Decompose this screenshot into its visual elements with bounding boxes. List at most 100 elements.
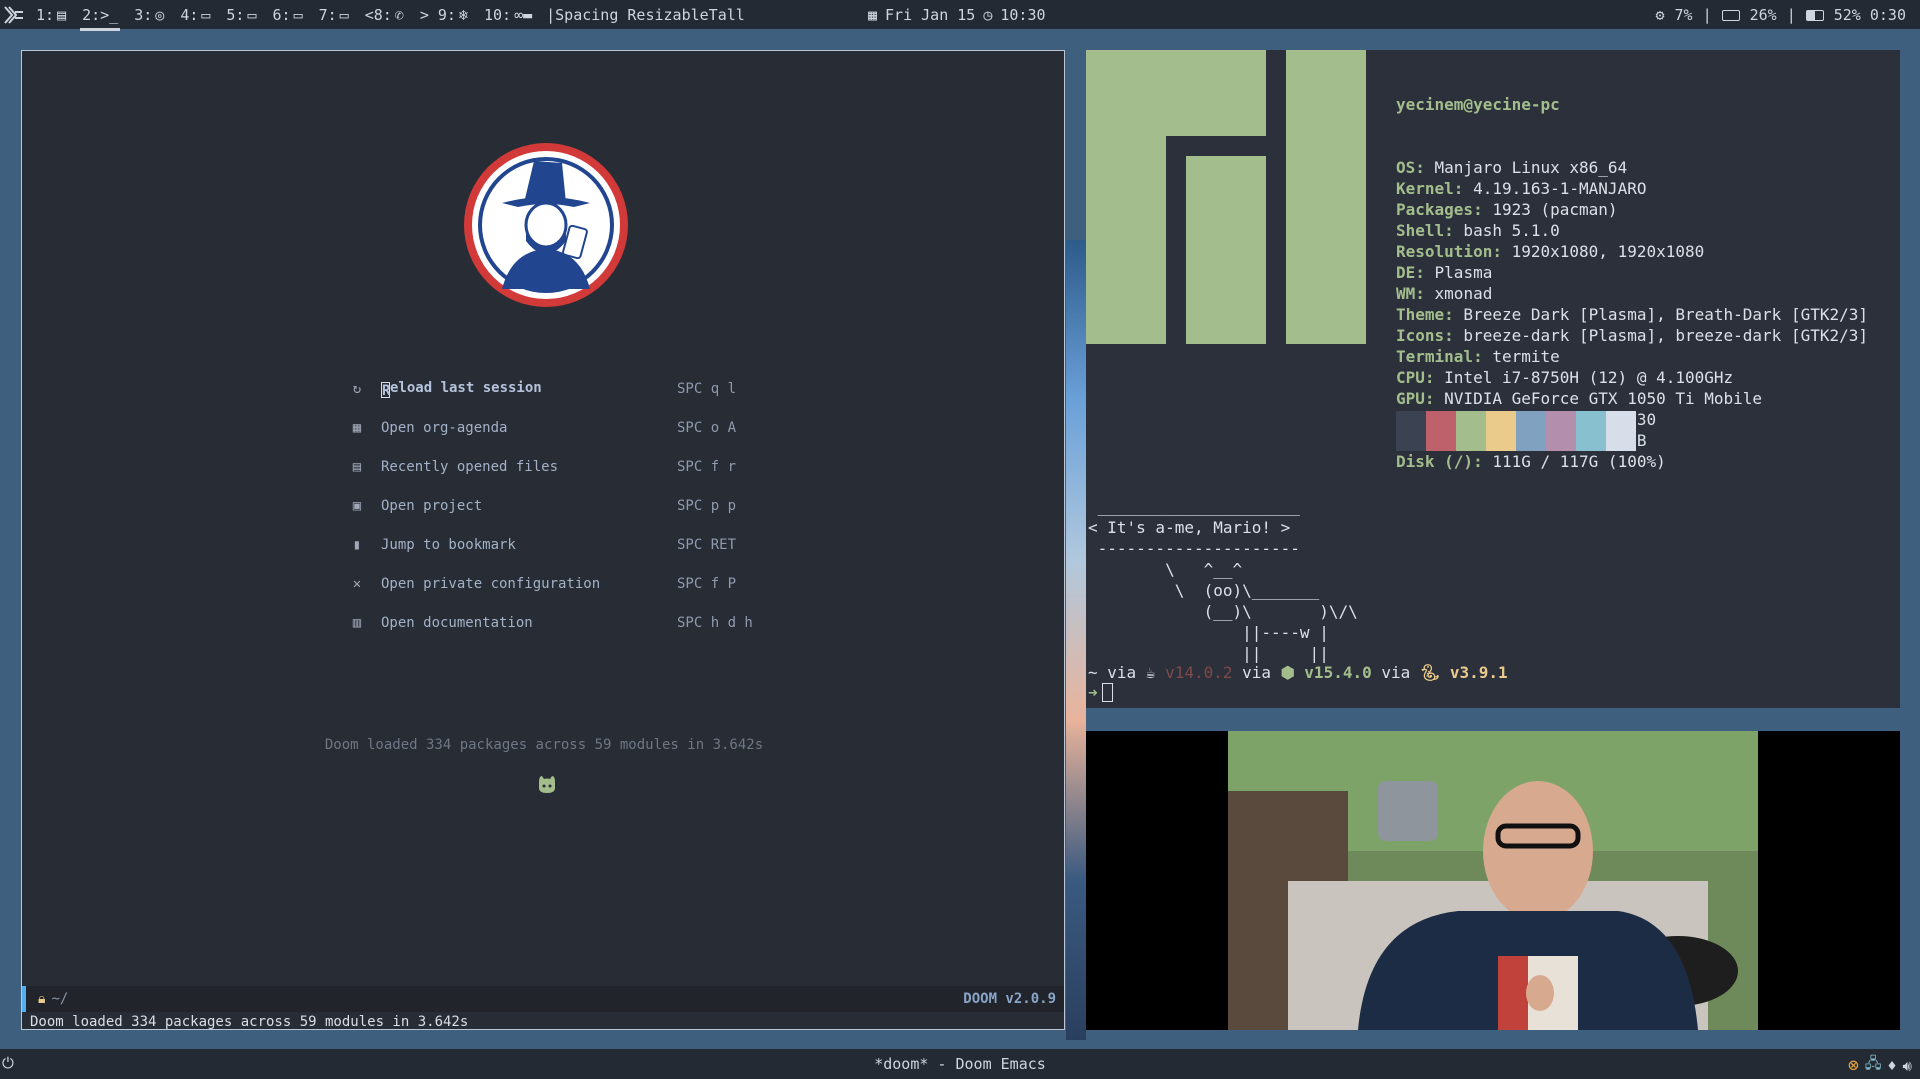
workspace-label: 2:>_	[82, 5, 119, 24]
info-value: Plasma	[1424, 263, 1493, 282]
info-line: Theme: Breeze Dark [Plasma], Breath-Dark…	[1396, 304, 1868, 325]
file-icon: ▤	[352, 458, 362, 475]
info-key: WM:	[1396, 284, 1425, 303]
workspace-9[interactable]: > 9: ❄	[412, 6, 476, 24]
clock: ▦ Fri Jan 15 ◷ 10:30	[868, 6, 1046, 24]
keybinding: SPC q l	[677, 380, 737, 397]
memory-icon	[1721, 9, 1740, 21]
info-key: Icons:	[1396, 326, 1454, 345]
workspace-label: 10:	[483, 5, 512, 24]
time-text: 10:30	[1000, 6, 1046, 24]
keybinding: SPC RET	[677, 536, 737, 553]
cowsay-line: < It's a-me, Mario! >	[1088, 518, 1291, 537]
book-icon: ▥	[352, 614, 362, 631]
workspace-2[interactable]: 2:>_	[74, 5, 126, 31]
info-line: Icons: breeze-dark [Plasma], breeze-dark…	[1396, 325, 1868, 346]
volume-icon[interactable]: 🔊︎	[1903, 1057, 1912, 1075]
color-palette	[1396, 411, 1636, 451]
python-icon: 🐍︎	[1419, 663, 1441, 682]
terminal-window[interactable]: yecinem@yecine-pc OS: Manjaro Linux x86_…	[1086, 50, 1900, 708]
command-line[interactable]: ➜	[1088, 683, 1113, 702]
palette-swatch	[1426, 411, 1456, 451]
briefcase-icon: ▣	[352, 497, 362, 514]
dashboard-item-jump-to-bookmark[interactable]: ▮ Jump to bookmark SPC RET	[347, 525, 787, 564]
phone-icon: ✆	[394, 5, 404, 24]
java-icon: ☕	[1145, 663, 1156, 682]
keybinding: SPC o A	[677, 419, 737, 436]
workspace-4[interactable]: 4: ▭	[172, 6, 218, 24]
keybinding: SPC p p	[677, 497, 737, 514]
workspace-label: 1:	[36, 5, 55, 24]
dashboard-item-recently-opened-files[interactable]: ▤ Recently opened files SPC f r	[347, 447, 787, 486]
network-icon[interactable]: 🖧︎	[1865, 1053, 1882, 1078]
dashboard-item-open-project[interactable]: ▣ Open project SPC p p	[347, 486, 787, 525]
workspace-5[interactable]: 5: ▭	[218, 6, 264, 24]
workspace-label: 3:	[134, 5, 153, 24]
info-line: Shell: bash 5.1.0	[1396, 220, 1868, 241]
doom-emacs-window[interactable]: ↻ Reload last session SPC q l ▦ Open org-age…	[21, 50, 1065, 1030]
workspace-10[interactable]: 10: ∞▬	[476, 6, 540, 24]
info-value: breeze-dark [Plasma], breeze-dark [GTK2/…	[1453, 326, 1869, 345]
info-key: GPU:	[1396, 389, 1435, 408]
video-frame	[1228, 731, 1758, 1030]
modeline-indicator	[22, 986, 26, 1012]
doom-version: DOOM v2.0.9	[963, 991, 1056, 1007]
user-host: yecinem@yecine-pc	[1396, 95, 1560, 114]
info-line: Resolution: 1920x1080, 1920x1080	[1396, 241, 1868, 262]
doom-wizard-logo	[464, 143, 628, 307]
workspace-1[interactable]: 1: ▤	[28, 6, 74, 24]
monitor-icon: ▭	[247, 5, 257, 24]
dashboard-item-reload-last-session[interactable]: ↻ Reload last session SPC q l	[347, 369, 787, 408]
modeline-path: ~/	[51, 991, 69, 1007]
workspace-label: > 9:	[419, 5, 456, 24]
x-close-tray-icon[interactable]: ⊗	[1848, 1055, 1859, 1076]
info-key: Kernel:	[1396, 179, 1464, 198]
workspace-8[interactable]: <8: ✆	[357, 6, 412, 24]
cpu-icon: ⚙	[1655, 6, 1665, 24]
workspace-label: 7:	[318, 5, 337, 24]
info-line: WM: xmonad	[1396, 283, 1868, 304]
dashboard-item-label: Open private configuration	[381, 575, 601, 592]
palette-swatch	[1456, 411, 1486, 451]
wallpaper-strip	[1066, 240, 1086, 1040]
dashboard-item-open-documentation[interactable]: ▥ Open documentation SPC h d h	[347, 603, 787, 642]
layout-indicator: |Spacing ResizableTall	[546, 5, 745, 24]
info-key: OS:	[1396, 158, 1425, 177]
dashboard-item-label-rest: eload last session	[390, 379, 542, 396]
chrome-icon: ◎	[155, 5, 165, 24]
github-icon[interactable]	[536, 774, 558, 794]
workspace-label: 5:	[226, 5, 245, 24]
monitor-icon: ▭	[293, 5, 303, 24]
system-tray: ⊗ 🖧︎ ♦ 🔊︎	[1848, 1053, 1912, 1078]
battery-icon	[1805, 9, 1824, 21]
info-key: Shell:	[1396, 221, 1454, 240]
info-key: Packages:	[1396, 200, 1483, 219]
dashboard-item-open-private-configuration[interactable]: ✕ Open private configuration SPC f P	[347, 564, 787, 603]
notification-icon[interactable]: ♦	[1888, 1057, 1897, 1075]
info-key: Disk (/):	[1396, 452, 1483, 471]
calendar-icon: ▦	[352, 419, 362, 436]
cowsay-line: (__)\ )\/\	[1088, 602, 1358, 621]
cowsay-line: ||----w |	[1088, 623, 1329, 642]
info-key: Theme:	[1396, 305, 1454, 324]
info-value: 1920x1080, 1920x1080	[1501, 242, 1705, 261]
workspace-3[interactable]: 3: ◎	[126, 6, 172, 24]
history-icon: ↻	[352, 380, 362, 397]
emacs-cursor: R	[381, 381, 391, 399]
battery-status: 52% 0:30	[1833, 6, 1906, 24]
info-value: Breeze Dark [Plasma], Breath-Dark [GTK2/…	[1453, 305, 1869, 324]
video-window[interactable]	[1086, 731, 1900, 1030]
bottom-taskbar: ⏻ *doom* - Doom Emacs ⊗ 🖧︎ ♦ 🔊︎	[0, 1049, 1920, 1079]
dashboard-item-open-org-agenda[interactable]: ▦ Open org-agenda SPC o A	[347, 408, 787, 447]
info-value: Intel i7-8750H (12) @ 4.100GHz	[1434, 368, 1734, 387]
modeline: 🔒︎ ~/ DOOM v2.0.9	[22, 986, 1064, 1012]
dashboard-item-label: Jump to bookmark	[381, 536, 516, 553]
cowsay-line: ---------------------	[1088, 539, 1300, 558]
info-value: NVIDIA GeForce GTX 1050 Ti Mobile	[1434, 389, 1763, 408]
tools-icon: ✕	[352, 575, 362, 592]
workspace-7[interactable]: 7: ▭	[311, 6, 357, 24]
load-stats-text: Doom loaded 334 packages across 59 modul…	[324, 737, 764, 753]
lock-icon: 🔒︎	[38, 991, 46, 1007]
cowsay-line: \ ^__^	[1088, 560, 1243, 579]
workspace-6[interactable]: 6: ▭	[265, 6, 311, 24]
